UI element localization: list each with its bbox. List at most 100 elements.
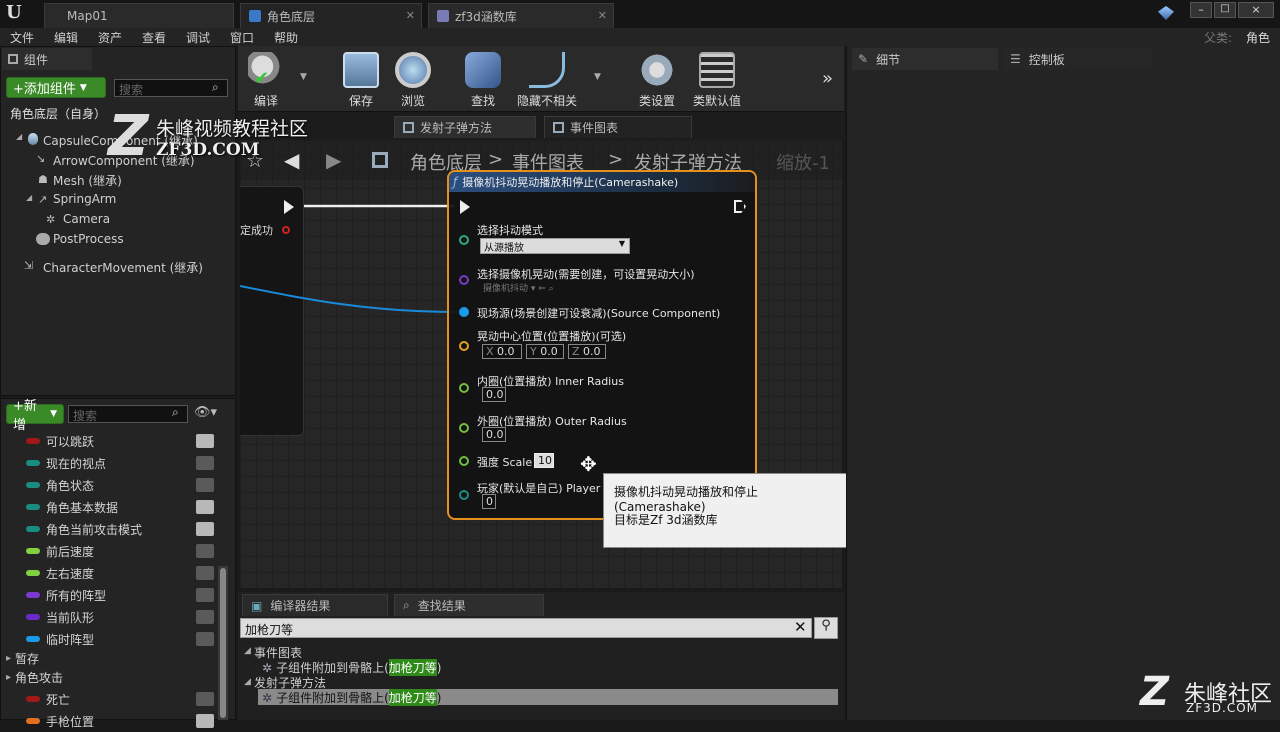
components-search-input[interactable]: 搜索 bbox=[114, 79, 228, 97]
tab-find-results[interactable]: ⌕ 查找结果 bbox=[394, 594, 544, 616]
variable-row[interactable]: 手枪位置 bbox=[4, 710, 214, 732]
eye-closed-icon[interactable] bbox=[196, 566, 214, 580]
enum-pin[interactable] bbox=[459, 235, 469, 245]
variable-row[interactable]: 现在的视点 bbox=[4, 452, 214, 474]
inner-radius-input[interactable]: 0.0 bbox=[482, 387, 506, 402]
find-button[interactable]: 查找 bbox=[455, 52, 511, 109]
tab-compiler-results[interactable]: ▣ 编译器结果 bbox=[242, 594, 388, 616]
palette-tab[interactable]: ☰ 控制板 bbox=[1004, 48, 1152, 70]
tree-item-camera[interactable]: Camera bbox=[63, 212, 110, 226]
close-icon[interactable]: ✕ bbox=[598, 9, 607, 22]
components-tab[interactable]: 组件 bbox=[2, 48, 92, 70]
browse-button[interactable]: 浏览 bbox=[385, 52, 441, 109]
tab-event-graph[interactable]: 事件图表 bbox=[544, 116, 692, 138]
mybp-search-input[interactable]: 搜索 bbox=[68, 405, 188, 423]
eye-closed-icon[interactable] bbox=[196, 544, 214, 558]
float-pin[interactable] bbox=[459, 423, 469, 433]
tree-item-postprocess[interactable]: PostProcess bbox=[53, 232, 124, 246]
eye-open-icon[interactable] bbox=[196, 434, 214, 448]
eye-closed-icon[interactable] bbox=[196, 478, 214, 492]
variable-row[interactable]: 左右速度 bbox=[4, 562, 214, 584]
eye-view-options-icon[interactable]: 👁▾ bbox=[194, 405, 217, 420]
expand-arrow-icon[interactable]: ▸ bbox=[6, 653, 11, 664]
shake-mode-dropdown[interactable]: 从源播放 ▼ bbox=[480, 238, 630, 254]
tree-item-springarm[interactable]: SpringArm bbox=[53, 192, 116, 206]
variable-row[interactable]: 角色基本数据 bbox=[4, 496, 214, 518]
player-index-input[interactable]: 0 bbox=[482, 494, 496, 509]
expand-arrow-icon[interactable]: ▸ bbox=[6, 672, 11, 683]
result-item[interactable]: ✲ 子组件附加到骨骼上(加枪刀等) bbox=[262, 689, 441, 706]
close-window-button[interactable]: × bbox=[1238, 2, 1274, 18]
compile-button[interactable]: ✔ 编译 bbox=[238, 52, 294, 109]
toolbar-overflow-button[interactable]: » bbox=[822, 68, 833, 89]
expand-arrow-icon[interactable]: ◢ bbox=[26, 193, 32, 202]
tab-zf3d-library[interactable]: zf3d涵数库 ✕ bbox=[428, 3, 614, 28]
tab-map01[interactable]: Map01 bbox=[44, 3, 234, 28]
variable-row[interactable]: 前后速度 bbox=[4, 540, 214, 562]
minimize-button[interactable]: – bbox=[1190, 2, 1212, 18]
variable-row[interactable]: 可以跳跃 bbox=[4, 430, 214, 452]
variable-row[interactable]: 当前队形 bbox=[4, 606, 214, 628]
outer-radius-input[interactable]: 0.0 bbox=[482, 427, 506, 442]
find-search-input[interactable]: 加枪刀等 bbox=[240, 618, 812, 638]
clear-search-icon[interactable]: ✕ bbox=[794, 618, 807, 636]
eye-closed-icon[interactable] bbox=[196, 456, 214, 470]
menu-help[interactable]: 帮助 bbox=[274, 29, 298, 46]
expand-arrow-icon[interactable]: ◢ bbox=[244, 677, 251, 687]
class-settings-button[interactable]: 类设置 bbox=[629, 52, 685, 109]
save-button[interactable]: 保存 bbox=[333, 52, 389, 109]
float-pin[interactable] bbox=[459, 383, 469, 393]
exec-in-pin[interactable] bbox=[460, 200, 470, 214]
eye-closed-icon[interactable] bbox=[196, 632, 214, 646]
scrollbar-track[interactable] bbox=[218, 566, 228, 720]
eye-open-icon[interactable] bbox=[196, 714, 214, 728]
scale-input[interactable]: 10 bbox=[534, 453, 554, 468]
details-tab[interactable]: ✎ 细节 bbox=[852, 48, 998, 70]
eye-open-icon[interactable] bbox=[196, 522, 214, 536]
menu-debug[interactable]: 调试 bbox=[186, 29, 210, 46]
float-pin[interactable] bbox=[459, 456, 469, 466]
add-component-button[interactable]: +添加组件 ▼ bbox=[6, 77, 106, 98]
menu-view[interactable]: 查看 bbox=[142, 29, 166, 46]
eye-closed-icon[interactable] bbox=[196, 692, 214, 706]
close-icon[interactable]: ✕ bbox=[406, 9, 415, 22]
variable-row[interactable]: 死亡 bbox=[4, 688, 214, 710]
find-in-all-blueprints-button[interactable]: ⚲ bbox=[814, 617, 838, 639]
int-pin[interactable] bbox=[459, 490, 469, 500]
tab-fire-bullet-method[interactable]: 发射子弹方法 bbox=[394, 116, 536, 138]
chevron-down-icon[interactable]: ▼ bbox=[300, 72, 307, 82]
eye-closed-icon[interactable] bbox=[196, 588, 214, 602]
parent-class-value[interactable]: 角色 bbox=[1246, 29, 1270, 46]
tab-character-base[interactable]: 角色底层 ✕ bbox=[240, 3, 422, 28]
object-pin[interactable] bbox=[459, 307, 469, 317]
variable-row[interactable]: 角色当前攻击模式 bbox=[4, 518, 214, 540]
expand-arrow-icon[interactable]: ◢ bbox=[16, 132, 22, 141]
eye-open-icon[interactable] bbox=[196, 500, 214, 514]
component-root[interactable]: 角色底层（自身） bbox=[10, 105, 106, 122]
menu-edit[interactable]: 编辑 bbox=[54, 29, 78, 46]
vector-pin[interactable] bbox=[459, 341, 469, 351]
menu-asset[interactable]: 资产 bbox=[98, 29, 122, 46]
camera-shake-class-dropdown[interactable]: 摄像机抖动 ▾ ⇐ ⌕ bbox=[483, 281, 554, 294]
variable-category[interactable]: ▸ 角色攻击 bbox=[4, 666, 214, 688]
source-control-icon[interactable] bbox=[1158, 6, 1174, 20]
tree-item-charactermovement[interactable]: CharacterMovement (继承) bbox=[43, 259, 203, 276]
hide-unrelated-button[interactable]: 隐藏不相关 bbox=[514, 52, 580, 109]
eye-closed-icon[interactable] bbox=[196, 610, 214, 624]
vector-x-input[interactable]: X 0.0 bbox=[482, 344, 522, 359]
scrollbar-thumb[interactable] bbox=[220, 568, 226, 718]
vector-y-input[interactable]: Y 0.0 bbox=[526, 344, 564, 359]
add-new-button[interactable]: +新增 ▼ bbox=[6, 399, 64, 433]
menu-file[interactable]: 文件 bbox=[10, 29, 34, 46]
class-defaults-button[interactable]: 类默认值 bbox=[686, 52, 748, 109]
class-pin[interactable] bbox=[459, 275, 469, 285]
menu-window[interactable]: 窗口 bbox=[230, 29, 254, 46]
node-header[interactable]: ƒ 摄像机抖动晃动播放和停止(Camerashake) bbox=[449, 172, 755, 192]
tree-item-mesh[interactable]: Mesh (继承) bbox=[53, 172, 122, 189]
chevron-down-icon[interactable]: ▼ bbox=[594, 72, 601, 82]
variable-row[interactable]: 角色状态 bbox=[4, 474, 214, 496]
maximize-button[interactable]: □ bbox=[1214, 2, 1236, 18]
variable-row[interactable]: 所有的阵型 bbox=[4, 584, 214, 606]
vector-z-input[interactable]: Z 0.0 bbox=[568, 344, 606, 359]
expand-arrow-icon[interactable]: ◢ bbox=[244, 646, 251, 656]
